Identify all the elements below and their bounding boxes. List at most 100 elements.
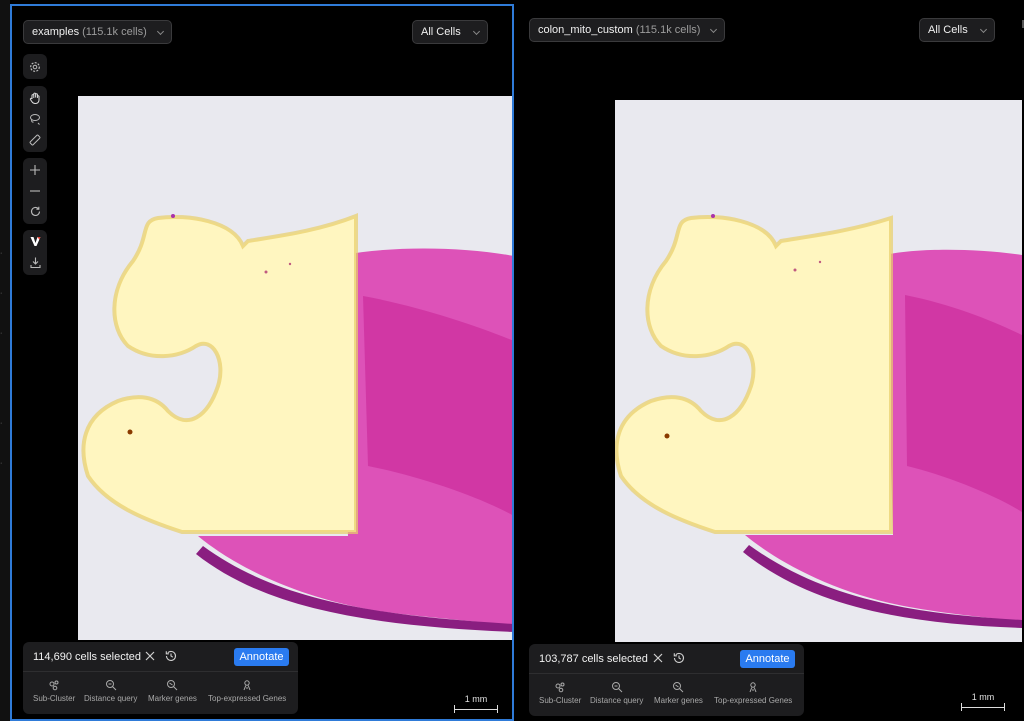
logo-icon — [30, 237, 40, 246]
sidebar-fragment: · — [0, 460, 3, 467]
gear-icon — [30, 61, 40, 72]
viewer-panel-2[interactable]: colon_mito_custom (115.1k cells) All Cel… — [517, 4, 1024, 721]
marker-genes-icon — [673, 682, 684, 693]
tissue-image-canvas[interactable] — [78, 96, 514, 640]
hotspot-marker — [288, 262, 292, 266]
top-expressed-genes-button[interactable]: Top-expressed Genes — [208, 679, 286, 703]
top-expressed-genes-icon — [243, 680, 251, 691]
lasso-icon — [30, 113, 40, 125]
scale-bar: 1 mm — [958, 692, 1008, 712]
distance-query-icon — [105, 680, 117, 691]
zoom-in-button[interactable] — [23, 159, 47, 180]
sidebar-edge: · · · · · — [0, 0, 10, 721]
lasso-tool-button[interactable] — [23, 108, 47, 129]
zoom-out-button[interactable] — [23, 180, 47, 201]
scale-bar-line — [961, 707, 1005, 708]
chevron-down-icon — [979, 25, 987, 34]
scale-bar: 1 mm — [451, 694, 501, 714]
selection-toolbar — [23, 86, 47, 152]
selection-history-icon[interactable] — [164, 649, 178, 663]
dataset-count: (115.1k cells) — [635, 24, 701, 36]
hotspot-marker — [793, 268, 797, 272]
cell-filter-label: All Cells — [421, 26, 461, 38]
export-toolbar — [23, 230, 47, 275]
settings-toolbar — [23, 54, 47, 79]
action-label: Marker genes — [148, 694, 197, 703]
scale-bar-label: 1 mm — [464, 694, 488, 704]
panel-divider — [23, 671, 298, 672]
action-label: Top-expressed Genes — [208, 694, 287, 703]
hotspot-marker — [818, 260, 822, 264]
cell-filter-select[interactable]: All Cells — [919, 18, 995, 42]
action-label: Top-expressed Genes — [714, 696, 793, 705]
dataset-count: (115.1k cells) — [82, 26, 147, 38]
clear-selection-icon[interactable] — [651, 651, 665, 665]
distance-query-button[interactable]: Distance query — [84, 679, 137, 703]
tissue-image-canvas[interactable] — [615, 100, 1022, 642]
hotspot-marker — [664, 433, 670, 439]
viewer-panel-1[interactable]: examples (115.1k cells) All Cells 114,69… — [10, 4, 514, 721]
cell-filter-label: All Cells — [928, 24, 968, 36]
ruler-icon — [29, 134, 41, 145]
hotspot-marker — [711, 214, 715, 218]
zoom-toolbar — [23, 158, 47, 224]
clear-selection-icon[interactable] — [143, 649, 157, 663]
scale-bar-tick — [454, 705, 455, 713]
chevron-down-icon — [156, 27, 164, 36]
dataset-select[interactable]: examples (115.1k cells) — [23, 20, 172, 44]
sidebar-fragment: · — [0, 420, 3, 427]
reset-view-button[interactable] — [23, 201, 47, 222]
action-label: Marker genes — [654, 696, 703, 705]
annotate-button[interactable]: Annotate — [234, 648, 289, 666]
logo-button[interactable] — [23, 231, 47, 252]
sub-cluster-icon — [555, 682, 565, 693]
hotspot-marker — [127, 429, 133, 435]
marker-genes-icon — [167, 680, 178, 691]
action-label: Sub-Cluster — [33, 694, 76, 703]
scale-bar-tick — [1004, 703, 1005, 711]
scale-bar-tick — [961, 703, 962, 711]
selected-cells-count: 114,690 cells selected — [33, 651, 142, 663]
action-label: Sub-Cluster — [539, 696, 582, 705]
hand-pan-icon — [29, 92, 40, 104]
scale-bar-label: 1 mm — [971, 692, 995, 702]
top-expressed-genes-icon — [749, 682, 757, 693]
action-label: Distance query — [84, 694, 138, 703]
zoom-in-icon — [30, 164, 40, 175]
scale-bar-tick — [497, 705, 498, 713]
sub-cluster-icon — [49, 680, 59, 691]
sub-cluster-button[interactable]: Sub-Cluster — [539, 681, 581, 705]
sub-cluster-button[interactable]: Sub-Cluster — [33, 679, 75, 703]
selection-panel: 114,690 cells selected Annotate Sub-Clus… — [23, 642, 298, 714]
download-button[interactable] — [23, 252, 47, 273]
settings-button[interactable] — [23, 56, 47, 77]
sidebar-fragment: · — [0, 330, 3, 337]
panel-divider — [529, 673, 804, 674]
annotate-button[interactable]: Annotate — [740, 650, 795, 668]
selection-panel: 103,787 cells selected Annotate Sub-Clus… — [529, 644, 804, 716]
sidebar-fragment: · — [0, 250, 3, 257]
reset-rotate-icon — [30, 206, 40, 216]
chevron-down-icon — [710, 25, 718, 34]
sidebar-fragment: · — [0, 290, 3, 297]
hotspot-marker — [171, 214, 175, 218]
distance-query-button[interactable]: Distance query — [590, 681, 643, 705]
top-expressed-genes-button[interactable]: Top-expressed Genes — [714, 681, 792, 705]
chevron-down-icon — [472, 27, 480, 36]
zoom-out-icon — [30, 189, 40, 192]
download-icon — [29, 257, 41, 269]
ruler-tool-button[interactable] — [23, 129, 47, 150]
dataset-name: examples — [32, 26, 80, 38]
action-label: Distance query — [590, 696, 644, 705]
scale-bar-line — [454, 709, 498, 710]
dataset-select[interactable]: colon_mito_custom (115.1k cells) — [529, 18, 726, 42]
distance-query-icon — [611, 682, 623, 693]
selection-history-icon[interactable] — [672, 651, 686, 665]
selected-cells-count: 103,787 cells selected — [539, 653, 648, 665]
marker-genes-button[interactable]: Marker genes — [654, 681, 703, 705]
cell-filter-select[interactable]: All Cells — [412, 20, 488, 44]
marker-genes-button[interactable]: Marker genes — [148, 679, 197, 703]
dataset-name: colon_mito_custom — [538, 24, 633, 36]
hotspot-marker — [264, 270, 268, 274]
pan-tool-button[interactable] — [23, 87, 47, 108]
